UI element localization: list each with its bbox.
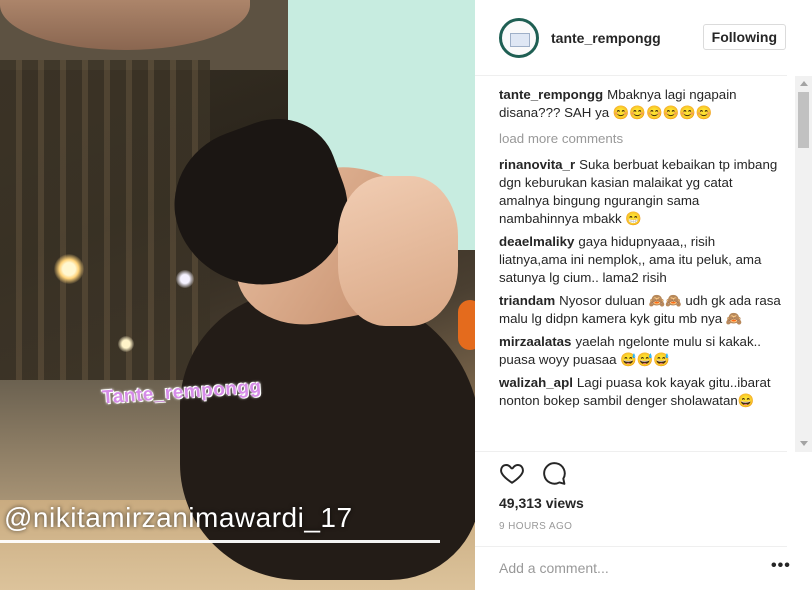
view-count[interactable]: 49,313 views: [499, 495, 584, 511]
street-light: [118, 336, 134, 352]
speech-bubble-icon[interactable]: [541, 460, 567, 486]
more-options-button[interactable]: •••: [771, 558, 791, 574]
avatar[interactable]: [499, 18, 539, 58]
list-item: rinanovita_r Suka berbuat kebaikan tp imb…: [499, 156, 781, 228]
street-light: [54, 254, 84, 284]
scroll-up-arrow-icon[interactable]: [800, 81, 808, 86]
divider: [475, 75, 787, 76]
add-comment-input[interactable]: [499, 557, 749, 579]
divider: [475, 451, 787, 452]
list-item: mirzaalatas yaelah ngelonte mulu si kakak…: [499, 333, 781, 369]
following-button[interactable]: Following: [702, 24, 786, 50]
video-person-hair: [180, 290, 475, 580]
post-header: tante_rempongg Following: [475, 0, 812, 76]
video-overlay-line: [0, 540, 440, 543]
list-item: triandam Nyosor duluan 🙈🙈 udh gk ada rasa…: [499, 292, 781, 328]
comment-username[interactable]: rinanovita_r: [499, 157, 575, 172]
comment-username[interactable]: walizah_apl: [499, 375, 573, 390]
caption: tante_rempongg Mbaknya lagi ngapain disan…: [499, 86, 781, 122]
comment-username[interactable]: deaelmaliky: [499, 234, 574, 249]
post-side-panel: tante_rempongg Following tante_rempongg M…: [475, 0, 812, 590]
video-person-hand: [338, 176, 458, 326]
video-player[interactable]: Tante_rempongg @nikitamirzanimawardi_17: [0, 0, 475, 590]
list-item: walizah_apl Lagi puasa kok kayak gitu..ib…: [499, 374, 781, 410]
header-username[interactable]: tante_rempongg: [551, 30, 661, 46]
load-more-comments-link[interactable]: load more comments: [499, 130, 781, 148]
scroll-down-arrow-icon[interactable]: [800, 441, 808, 446]
comments-list[interactable]: tante_rempongg Mbaknya lagi ngapain disan…: [499, 86, 781, 450]
post-timestamp[interactable]: 9 HOURS AGO: [499, 521, 572, 532]
street-light: [176, 270, 194, 288]
video-overlay-handle: @nikitamirzanimawardi_17: [4, 502, 353, 533]
scrollbar-thumb[interactable]: [798, 92, 809, 148]
comment-username[interactable]: triandam: [499, 293, 555, 308]
comment-username[interactable]: tante_rempongg: [499, 87, 603, 102]
video-object: [458, 300, 475, 350]
post-actions: [499, 460, 567, 486]
divider: [475, 546, 787, 547]
comments-scrollbar[interactable]: [795, 76, 812, 452]
list-item: deaelmaliky gaya hidupnyaaa,, risih liatn…: [499, 233, 781, 287]
heart-icon[interactable]: [499, 460, 525, 486]
comment-username[interactable]: mirzaalatas: [499, 334, 571, 349]
